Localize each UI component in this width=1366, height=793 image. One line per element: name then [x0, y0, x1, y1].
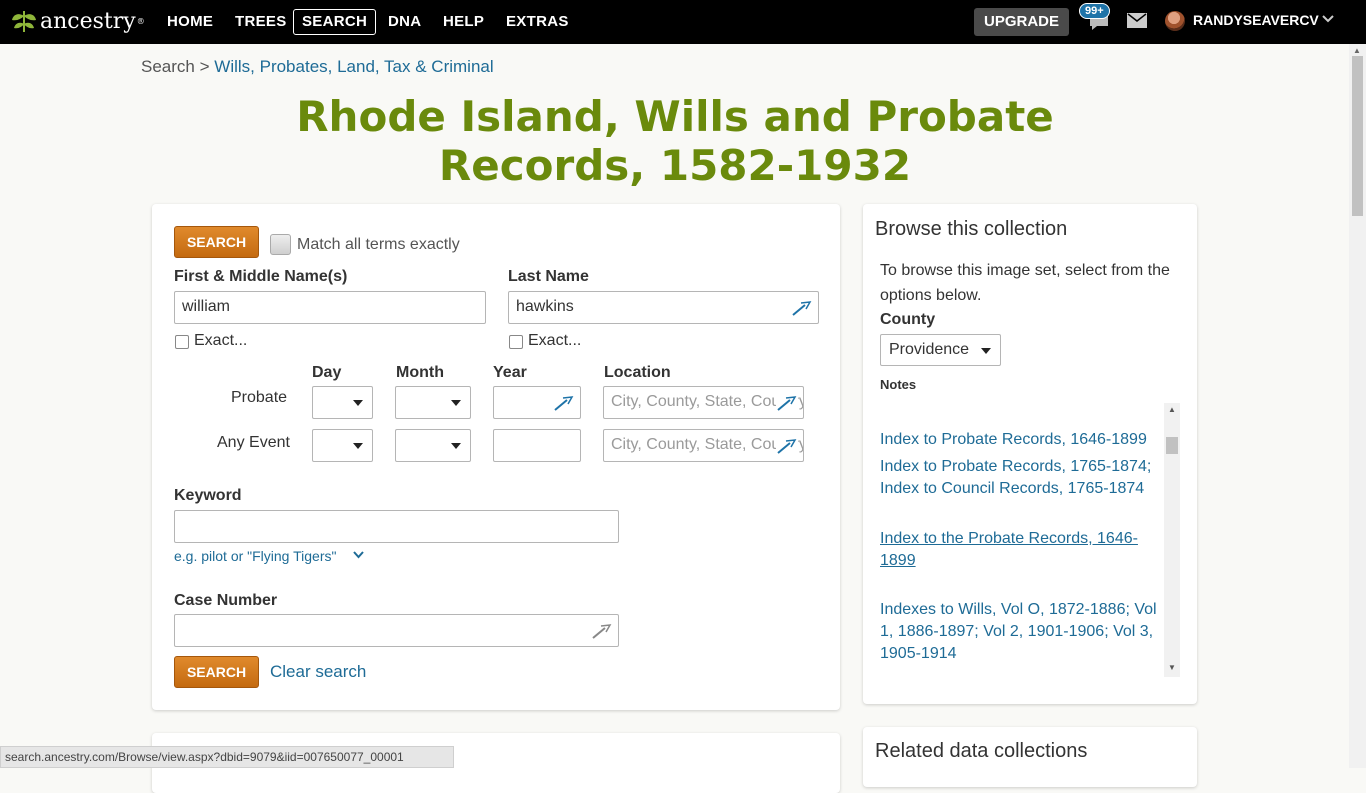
- note-item-2[interactable]: Index to Probate Records, 1765-1874; Ind…: [880, 456, 1160, 500]
- any-event-month-select[interactable]: [395, 429, 471, 462]
- keyword-hint[interactable]: e.g. pilot or "Flying Tigers": [174, 548, 336, 564]
- search-button-bottom[interactable]: SEARCH: [174, 656, 259, 688]
- last-name-value: hawkins: [516, 298, 574, 315]
- upgrade-button[interactable]: UPGRADE: [974, 8, 1069, 36]
- dropdown-caret-icon: [353, 443, 363, 449]
- last-name-exact-checkbox[interactable]: [509, 335, 523, 349]
- keyword-input[interactable]: [174, 510, 619, 543]
- status-bar-url: search.ancestry.com/Browse/view.aspx?dbi…: [0, 746, 454, 768]
- wand-icon[interactable]: [776, 437, 798, 455]
- nav-trees[interactable]: TREES: [235, 11, 287, 35]
- chevron-down-icon[interactable]: [353, 551, 364, 559]
- nav-help[interactable]: HELP: [443, 11, 484, 35]
- probate-location-input[interactable]: City, County, State, Country: [603, 386, 804, 419]
- breadcrumb-separator: >: [199, 57, 210, 76]
- mail-icon[interactable]: [1127, 13, 1147, 28]
- breadcrumb: Search > Wills, Probates, Land, Tax & Cr…: [141, 57, 494, 77]
- scroll-down-arrow-icon[interactable]: ▼: [1168, 663, 1176, 672]
- any-event-year-input[interactable]: [493, 429, 581, 462]
- note-item-3[interactable]: Index to the Probate Records, 1646-1899: [880, 528, 1160, 572]
- case-number-input[interactable]: [174, 614, 619, 647]
- chevron-down-icon[interactable]: [1322, 14, 1334, 24]
- first-name-input[interactable]: william: [174, 291, 486, 324]
- user-avatar[interactable]: [1165, 11, 1185, 31]
- browse-heading: Browse this collection: [875, 218, 1068, 240]
- any-event-row-label: Any Event: [217, 434, 290, 451]
- wand-icon[interactable]: [553, 394, 575, 412]
- first-name-exact-checkbox[interactable]: [175, 335, 189, 349]
- nav-search[interactable]: SEARCH: [293, 9, 377, 35]
- probate-row-label: Probate: [231, 389, 288, 406]
- last-name-input[interactable]: hawkins: [508, 291, 819, 324]
- wand-icon[interactable]: [776, 394, 798, 412]
- any-event-day-select[interactable]: [312, 429, 373, 462]
- county-label: County: [880, 311, 936, 328]
- match-exact-label: Match all terms exactly: [297, 236, 460, 253]
- scroll-up-arrow-icon[interactable]: ▲: [1353, 46, 1361, 55]
- wand-icon[interactable]: [591, 622, 613, 640]
- dropdown-caret-icon: [451, 400, 461, 406]
- note-item-1[interactable]: Index to Probate Records, 1646-1899: [880, 429, 1160, 451]
- clear-search-link[interactable]: Clear search: [270, 662, 366, 682]
- note-item-4[interactable]: Indexes to Wills, Vol O, 1872-1886; Vol …: [880, 599, 1160, 665]
- page-title-line1: Rhode Island, Wills and Probate: [296, 92, 1054, 141]
- first-name-label: First & Middle Name(s): [174, 268, 348, 285]
- notes-scrollbar-thumb[interactable]: [1166, 437, 1178, 454]
- month-header: Month: [396, 364, 444, 381]
- any-event-location-placeholder: City, County, State, Country: [611, 436, 804, 453]
- first-name-exact-label: Exact...: [194, 332, 248, 349]
- location-header: Location: [604, 364, 671, 381]
- page-title-line2: Records, 1582-1932: [438, 141, 912, 190]
- county-select-value: Providence: [889, 341, 970, 358]
- case-number-label: Case Number: [174, 592, 278, 609]
- probate-year-input[interactable]: [493, 386, 581, 419]
- last-name-label: Last Name: [508, 268, 589, 285]
- page-scrollbar[interactable]: ▲: [1349, 44, 1366, 768]
- probate-day-select[interactable]: [312, 386, 373, 419]
- nav-dna[interactable]: DNA: [388, 11, 421, 35]
- related-heading: Related data collections: [875, 740, 1088, 762]
- day-header: Day: [312, 364, 342, 381]
- hints-badge: 99+: [1079, 3, 1110, 19]
- wand-icon[interactable]: [791, 299, 813, 317]
- last-name-exact-label: Exact...: [528, 332, 582, 349]
- scrollbar-thumb[interactable]: [1352, 56, 1363, 216]
- notes-label: Notes: [880, 377, 917, 392]
- username[interactable]: RANDYSEAVERCV: [1193, 12, 1319, 28]
- notes-scrollbar[interactable]: ▲ ▼: [1164, 403, 1180, 677]
- browse-intro: To browse this image set, select from th…: [880, 262, 1170, 304]
- match-exact-checkbox[interactable]: [270, 234, 291, 255]
- logo-text: ancestry: [40, 8, 136, 34]
- dropdown-caret-icon: [981, 348, 991, 354]
- ancestry-logo[interactable]: ancestry ®: [10, 8, 145, 34]
- dropdown-caret-icon: [451, 443, 461, 449]
- breadcrumb-search[interactable]: Search: [141, 57, 195, 76]
- county-select[interactable]: Providence: [880, 334, 1001, 366]
- year-header: Year: [493, 364, 527, 381]
- nav-home[interactable]: HOME: [167, 11, 213, 35]
- first-name-value: william: [182, 298, 230, 315]
- breadcrumb-category-link[interactable]: Wills, Probates, Land, Tax & Criminal: [214, 57, 493, 76]
- page-title: Rhode Island, Wills and Probate Records,…: [175, 92, 1175, 190]
- probate-month-select[interactable]: [395, 386, 471, 419]
- search-button-top[interactable]: SEARCH: [174, 226, 259, 258]
- any-event-location-input[interactable]: City, County, State, Country: [603, 429, 804, 462]
- nav-extras[interactable]: EXTRAS: [506, 11, 569, 35]
- keyword-label: Keyword: [174, 487, 242, 504]
- dropdown-caret-icon: [353, 400, 363, 406]
- probate-location-placeholder: City, County, State, Country: [611, 393, 804, 410]
- leaf-logo-icon: [12, 11, 36, 32]
- top-nav: ancestry ® HOME TREES SEARCH DNA HELP EXT…: [0, 0, 1366, 44]
- scroll-up-arrow-icon[interactable]: ▲: [1168, 405, 1176, 414]
